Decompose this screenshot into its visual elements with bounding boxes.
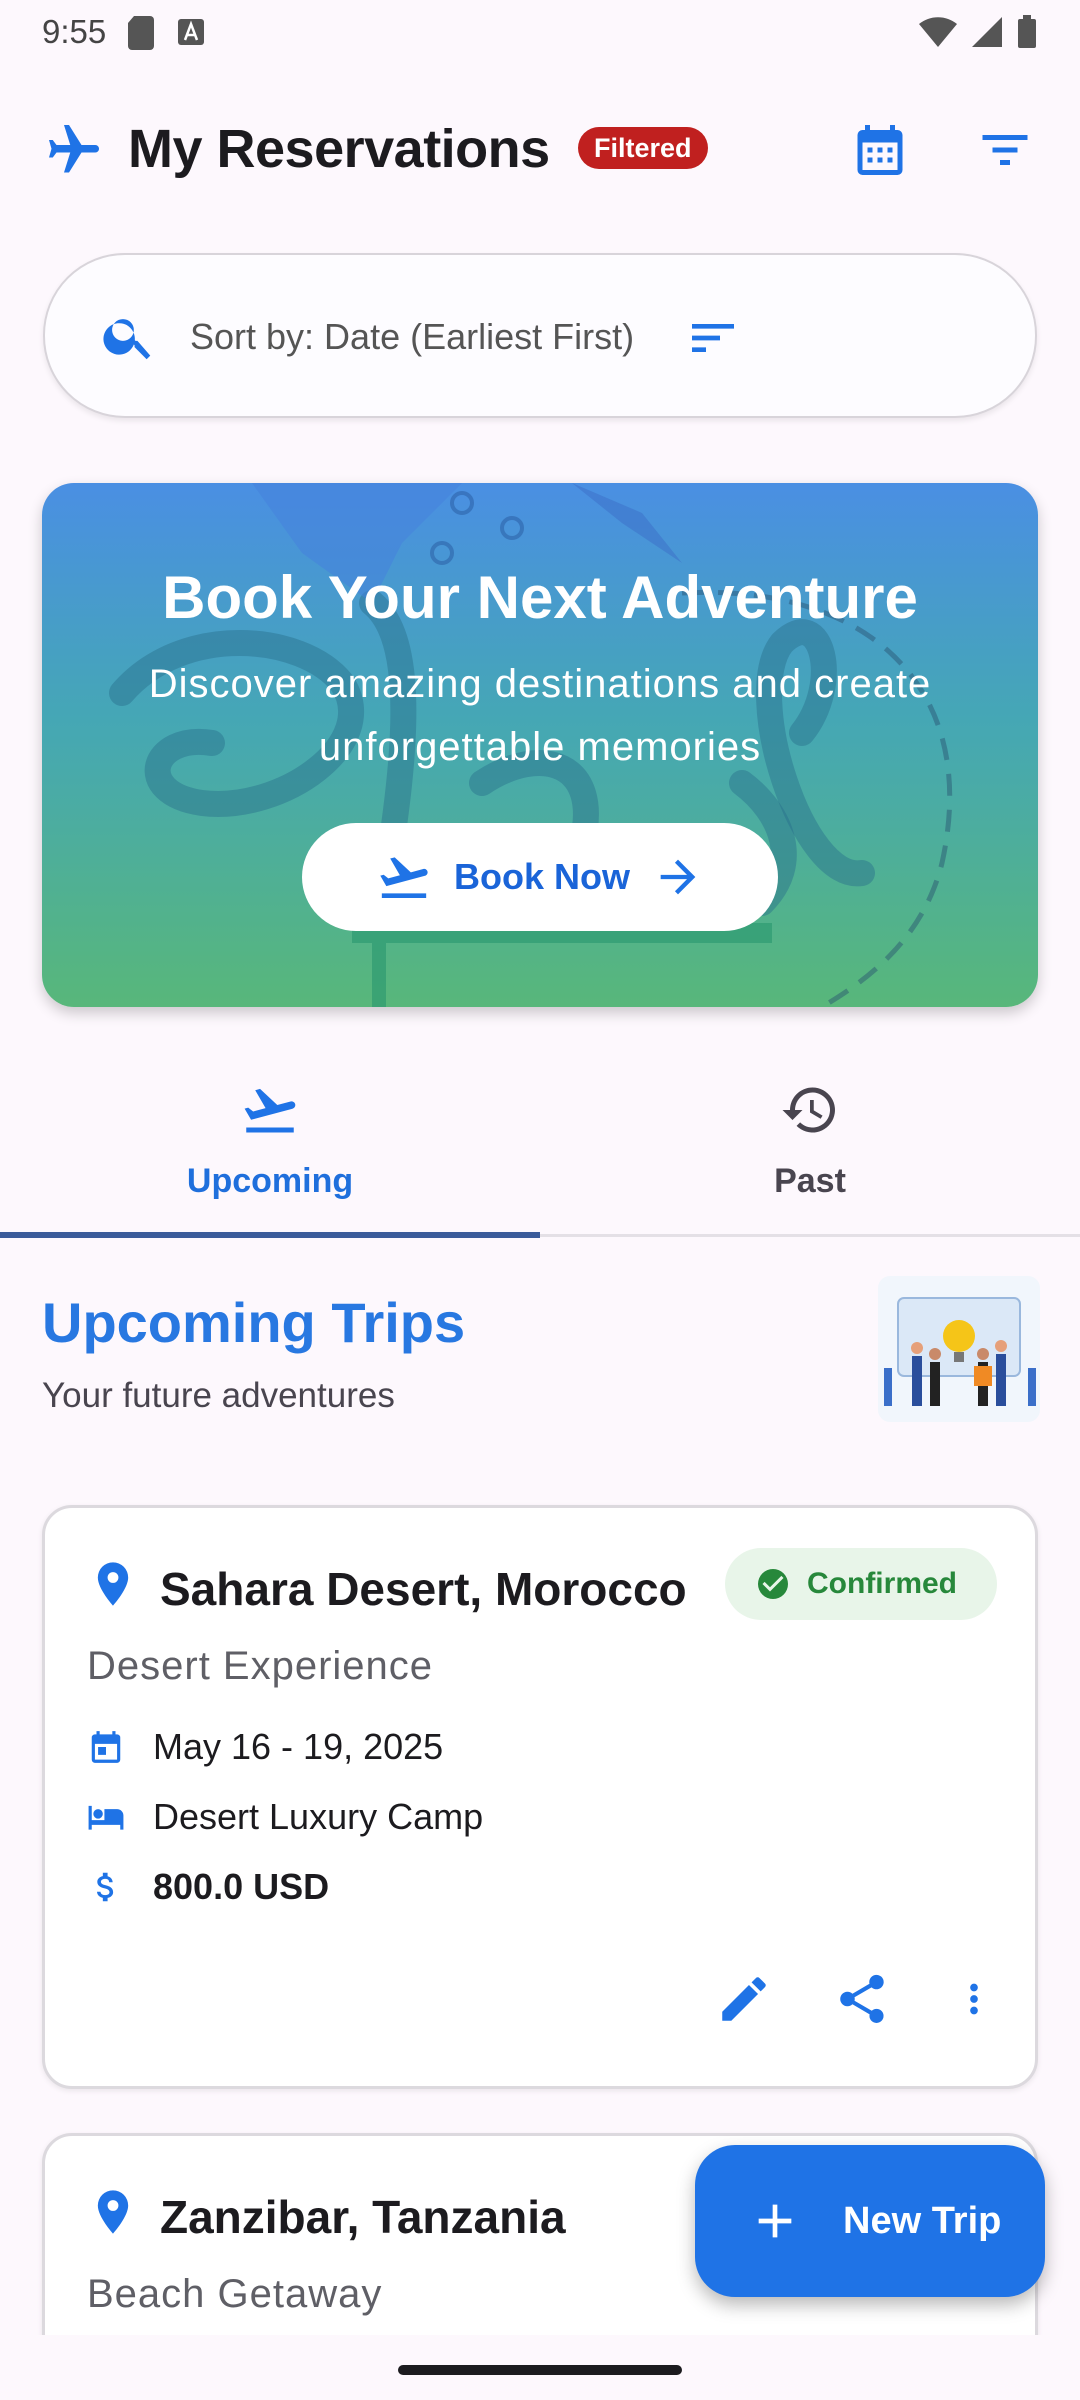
trip-type: Desert Experience — [87, 1644, 434, 1688]
location-pin-icon — [97, 2190, 129, 2234]
destination-name: Zanzibar, Tanzania — [160, 2191, 566, 2243]
text-a-icon — [178, 19, 205, 45]
tab-upcoming-label: Upcoming — [186, 1162, 354, 1200]
sd-card-icon — [128, 16, 155, 50]
calendar-icon — [91, 1731, 121, 1763]
accommodation-name: Desert Luxury Camp — [153, 1796, 484, 1837]
calendar-icon[interactable] — [850, 120, 910, 180]
promo-banner: Book Your Next Adventure Discover amazin… — [42, 483, 1038, 1007]
add-icon — [758, 2204, 792, 2238]
tab-past-label: Past — [774, 1162, 846, 1200]
battery-icon — [1018, 15, 1036, 48]
trip-price: 800.0 USD — [153, 1866, 330, 1907]
accommodation-row: Desert Luxury Camp — [87, 1796, 483, 1838]
filter-icon[interactable] — [975, 120, 1035, 180]
trip-dates: May 16 - 19, 2025 — [153, 1726, 444, 1767]
page-title: My Reservations — [128, 119, 550, 179]
wifi-icon — [919, 17, 957, 47]
book-now-label: Book Now — [454, 856, 630, 897]
sort-label: Sort by: Date (Earliest First) — [190, 316, 635, 357]
new-trip-button[interactable]: New Trip — [695, 2145, 1045, 2297]
location-pin-icon — [97, 1562, 129, 1606]
trip-type: Beach Getaway — [87, 2272, 383, 2316]
tab-upcoming[interactable]: Upcoming — [0, 1050, 540, 1236]
airplane-icon — [49, 125, 99, 173]
price-row: 800.0 USD — [87, 1866, 329, 1908]
team-illustration — [878, 1276, 1040, 1422]
signal-icon — [972, 17, 1002, 47]
more-vert-icon[interactable] — [951, 1970, 997, 2028]
card-actions — [715, 1970, 997, 2028]
flight-takeoff-icon — [244, 1088, 296, 1133]
banner-subtitle: Discover amazing destinations and create… — [148, 662, 932, 769]
status-badge: Confirmed — [725, 1548, 997, 1620]
reservation-card[interactable]: Sahara Desert, Morocco Confirmed Desert … — [42, 1505, 1038, 2089]
status-label: Confirmed — [807, 1567, 957, 1600]
app-bar: My Reservations Filtered — [0, 100, 1080, 200]
edit-icon[interactable] — [715, 1970, 773, 2028]
trip-tabs: Upcoming Past — [0, 1050, 1080, 1240]
tab-indicator — [0, 1232, 540, 1238]
banner-title: Book Your Next Adventure — [162, 564, 918, 631]
sort-selector[interactable]: Sort by: Date (Earliest First) — [43, 253, 1037, 418]
check-circle-icon — [758, 1569, 788, 1599]
history-icon — [782, 1087, 835, 1133]
trip-dates-row: May 16 - 19, 2025 — [87, 1726, 443, 1768]
filtered-badge: Filtered — [578, 127, 708, 169]
book-now-button[interactable]: Book Now — [302, 823, 778, 931]
sort-icon — [692, 324, 734, 352]
share-icon[interactable] — [833, 1970, 891, 2028]
status-time: 9:55 — [42, 13, 107, 50]
gesture-nav-handle[interactable] — [398, 2365, 682, 2375]
arrow-forward-icon — [660, 859, 696, 895]
status-bar: 9:55 — [0, 0, 1080, 64]
search-icon — [103, 319, 151, 360]
flight-takeoff-icon — [380, 857, 428, 898]
section-subtitle: Your future adventures — [42, 1376, 395, 1415]
new-trip-label: New Trip — [843, 2199, 1002, 2242]
hotel-bed-icon — [88, 1805, 124, 1830]
destination-name: Sahara Desert, Morocco — [160, 1563, 687, 1615]
section-title: Upcoming Trips — [42, 1291, 466, 1354]
dollar-icon — [97, 1872, 114, 1902]
tab-past[interactable]: Past — [540, 1050, 1080, 1236]
